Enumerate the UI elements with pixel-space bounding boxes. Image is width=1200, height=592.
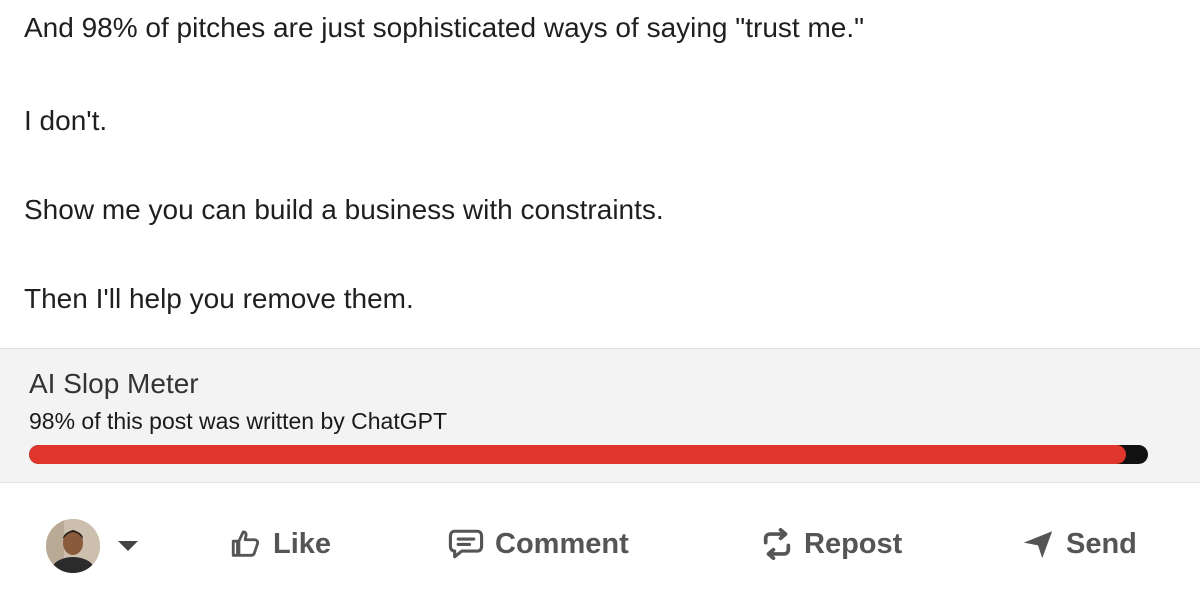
meter-title: AI Slop Meter xyxy=(29,368,199,399)
post-paragraph: Show me you can build a business with co… xyxy=(24,194,664,225)
comment-icon xyxy=(448,529,484,559)
user-avatar[interactable] xyxy=(46,519,100,573)
meter-subtitle: 98% of this post was written by ChatGPT xyxy=(29,408,448,434)
post-actions-bar: Like Comment Repost Send xyxy=(0,483,1200,592)
repost-label: Repost xyxy=(804,527,903,560)
post-body: And 98% of pitches are just sophisticate… xyxy=(0,0,1200,348)
avatar-image xyxy=(46,519,100,573)
like-label: Like xyxy=(273,527,332,560)
repost-icon xyxy=(763,527,791,561)
send-icon xyxy=(1023,531,1053,559)
meter-fill xyxy=(29,445,1126,464)
thumbs-up-icon xyxy=(231,530,260,557)
comment-button[interactable]: Comment xyxy=(447,527,629,561)
meter-track xyxy=(29,445,1148,464)
ai-slop-meter: AI Slop Meter 98% of this post was writt… xyxy=(0,348,1200,483)
send-button[interactable]: Send xyxy=(1020,527,1137,561)
comment-label: Comment xyxy=(495,527,629,560)
repost-button[interactable]: Repost xyxy=(760,527,902,561)
post-paragraph: I don't. xyxy=(24,105,108,136)
caret-down-icon[interactable] xyxy=(118,541,138,551)
post-paragraph: Then I'll help you remove them. xyxy=(24,283,414,314)
post-paragraph: And 98% of pitches are just sophisticate… xyxy=(24,12,865,43)
like-button[interactable]: Like xyxy=(229,527,331,561)
actor-switcher[interactable] xyxy=(46,519,138,573)
send-label: Send xyxy=(1066,527,1137,560)
